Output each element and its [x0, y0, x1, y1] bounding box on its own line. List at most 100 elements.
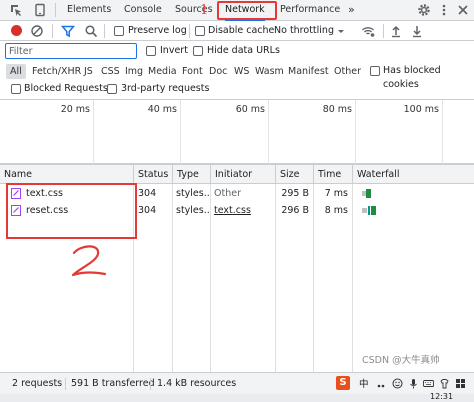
toolbar-divider	[383, 24, 384, 38]
more-options-icon[interactable]	[437, 3, 451, 17]
column-header-status[interactable]: Status	[133, 165, 172, 184]
timeline-gridline	[268, 100, 269, 164]
tab-elements[interactable]: Elements	[67, 0, 111, 21]
type-filter-font[interactable]: Font	[178, 64, 207, 79]
third-party-label: 3rd-party requests	[121, 83, 210, 94]
column-header-size[interactable]: Size	[275, 165, 313, 184]
type-filter-media[interactable]: Media	[144, 64, 181, 79]
more-tabs-button[interactable]: »	[348, 0, 355, 21]
type-filter-js[interactable]: JS	[80, 64, 97, 79]
preserve-log-checkbox[interactable]	[114, 26, 124, 36]
import-har-icon[interactable]	[389, 24, 403, 38]
waterfall-queue-bar	[362, 208, 367, 213]
export-har-icon[interactable]	[410, 24, 424, 38]
tabbar-divider	[55, 3, 56, 17]
ime-menu-icon[interactable]	[455, 378, 466, 389]
blocked-cookies-checkbox[interactable]	[370, 66, 380, 76]
request-size: 296 B	[281, 205, 309, 216]
timeline-gridline	[93, 100, 94, 164]
os-taskbar: 12:31	[0, 392, 474, 402]
tab-console[interactable]: Console	[124, 0, 162, 21]
disable-cache-checkbox[interactable]	[195, 26, 205, 36]
device-toolbar-icon[interactable]	[33, 3, 47, 17]
timeline-tick-label: 80 ms	[322, 104, 352, 115]
keyboard-icon[interactable]	[423, 378, 434, 389]
timeline-tick-label: 100 ms	[403, 104, 439, 115]
request-status: 304	[138, 205, 157, 216]
type-filter-wasm[interactable]: Wasm	[251, 64, 288, 79]
status-divider	[65, 378, 66, 390]
blocked-requests-bar: Blocked Requests 3rd-party requests	[0, 81, 474, 100]
throttling-select[interactable]: No throttling	[274, 24, 334, 38]
hide-data-urls-checkbox[interactable]	[193, 46, 203, 56]
column-header-waterfall[interactable]: Waterfall	[352, 165, 474, 184]
resources-size: 1.4 kB resources	[157, 378, 237, 389]
filter-input[interactable]	[5, 43, 137, 59]
clear-icon[interactable]	[30, 24, 44, 38]
request-type: styles...	[176, 188, 210, 199]
request-time: 7 ms	[324, 188, 348, 199]
timeline-tick-label: 60 ms	[235, 104, 265, 115]
emoji-icon[interactable]	[392, 378, 403, 389]
resource-type-filters: All Fetch/XHR JS CSS Img Media Font Doc …	[0, 61, 474, 90]
invert-checkbox[interactable]	[146, 46, 156, 56]
annotation-number-two	[70, 244, 108, 283]
toolbar-divider	[189, 24, 190, 38]
network-toolbar: Preserve log Disable cache No throttling	[0, 21, 474, 41]
request-time: 8 ms	[324, 205, 348, 216]
annotation-box-files	[6, 183, 137, 239]
annotation-number-one: 1	[200, 3, 209, 18]
inspect-element-icon[interactable]	[9, 3, 23, 17]
search-icon[interactable]	[84, 24, 98, 38]
status-bar: 2 requests 591 B transferred 1.4 kB reso…	[0, 372, 474, 394]
request-initiator-link[interactable]: text.css	[210, 202, 275, 219]
column-header-type[interactable]: Type	[172, 165, 210, 184]
type-filter-fetch-xhr[interactable]: Fetch/XHR	[28, 64, 85, 79]
type-filter-other[interactable]: Other	[330, 64, 365, 79]
waterfall-waiting-bar	[366, 189, 371, 198]
timeline-tick-label: 20 ms	[60, 104, 90, 115]
waterfall-waiting-bar	[371, 206, 376, 215]
timeline-gridline	[442, 100, 443, 164]
third-party-checkbox[interactable]	[107, 84, 117, 94]
ime-punctuation-icon	[376, 379, 386, 389]
annotation-box-network	[217, 1, 277, 20]
column-header-name[interactable]: Name	[0, 165, 133, 184]
requests-table: Name Status Type Initiator Size Time Wat…	[0, 164, 474, 372]
ime-sogou-icon[interactable]: S	[336, 376, 350, 390]
type-filter-manifest[interactable]: Manifest	[284, 64, 333, 79]
request-count: 2 requests	[12, 378, 63, 389]
hide-data-urls-label: Hide data URLs	[207, 45, 280, 56]
type-filter-all[interactable]: All	[6, 64, 26, 79]
close-devtools-icon[interactable]	[456, 3, 470, 17]
chevron-down-icon[interactable]	[336, 24, 346, 38]
column-header-time[interactable]: Time	[313, 165, 352, 184]
blocked-requests-checkbox[interactable]	[11, 84, 21, 94]
timeline-overview[interactable]: 20 ms 40 ms 60 ms 80 ms 100 ms	[0, 100, 474, 164]
type-filter-doc[interactable]: Doc	[205, 64, 231, 79]
column-header-initiator[interactable]: Initiator	[210, 165, 275, 184]
network-conditions-wifi-icon[interactable]	[361, 24, 375, 38]
microphone-icon[interactable]	[408, 378, 419, 389]
timeline-tick-label: 40 ms	[147, 104, 177, 115]
skin-icon[interactable]	[439, 378, 450, 389]
waterfall-connect-bar	[368, 206, 370, 215]
tab-performance[interactable]: Performance	[280, 0, 340, 21]
timeline-gridline	[180, 100, 181, 164]
type-filter-css[interactable]: CSS	[97, 64, 124, 79]
preserve-log-label: Preserve log	[128, 25, 187, 36]
ime-language-indicator[interactable]: 中	[359, 378, 369, 392]
blocked-requests-label: Blocked Requests	[24, 83, 108, 94]
table-header: Name Status Type Initiator Size Time Wat…	[0, 164, 474, 184]
request-status: 304	[138, 188, 157, 199]
record-icon[interactable]	[11, 25, 22, 36]
filter-bar: Invert Hide data URLs	[0, 41, 474, 61]
filter-funnel-icon[interactable]	[60, 24, 76, 38]
status-divider	[150, 378, 151, 390]
watermark: CSDN @大牛真帅	[362, 355, 440, 366]
request-initiator: Other	[214, 188, 241, 199]
taskbar-clock: 12:31	[430, 392, 454, 401]
type-filter-ws[interactable]: WS	[230, 64, 253, 79]
toolbar-divider	[104, 24, 105, 38]
settings-gear-icon[interactable]	[417, 3, 431, 17]
